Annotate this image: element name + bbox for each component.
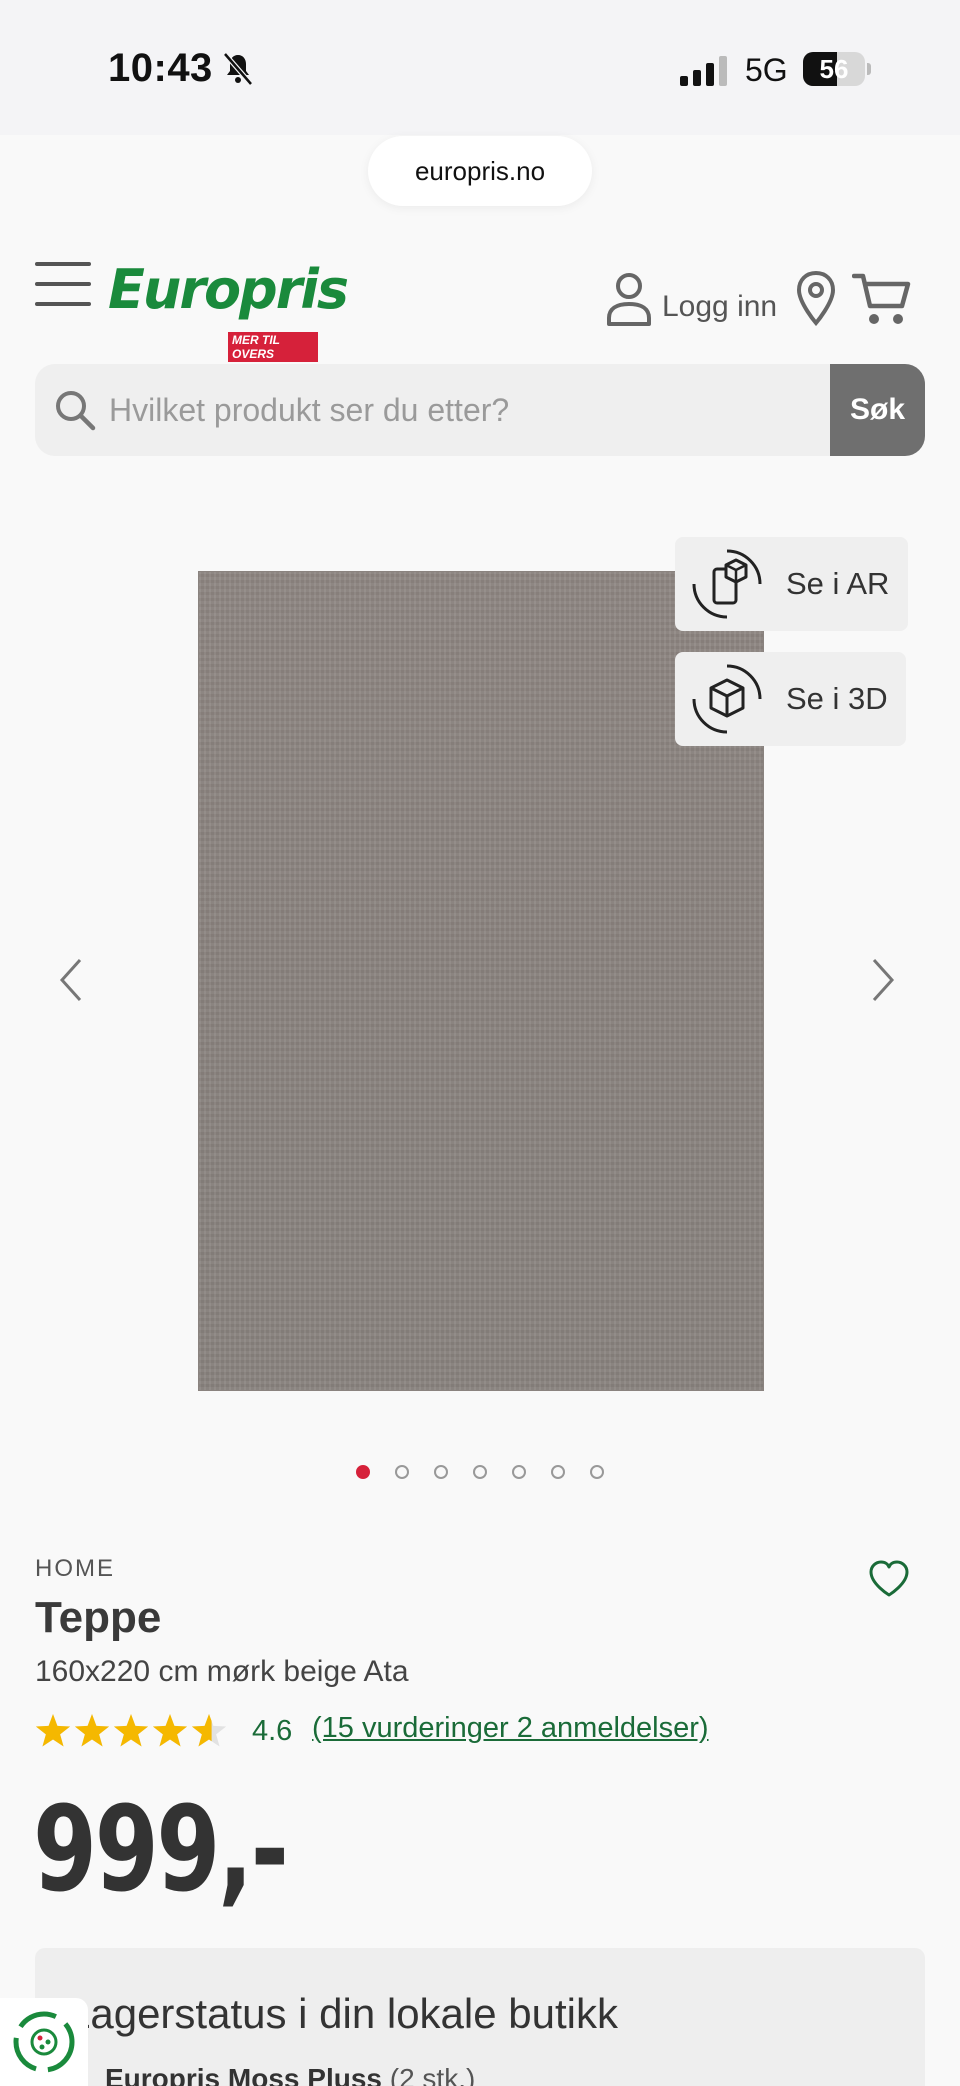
battery-level: 56 bbox=[819, 54, 849, 84]
cube-3d-icon bbox=[692, 664, 762, 734]
menu-icon[interactable] bbox=[35, 262, 91, 306]
recycle-badge-icon[interactable] bbox=[0, 1998, 88, 2086]
product-title: Teppe bbox=[35, 1593, 162, 1642]
rating-value: 4.6 bbox=[252, 1715, 293, 1747]
network-type: 5G bbox=[745, 52, 788, 88]
store-name[interactable]: Europris Moss Pluss (2 stk.) bbox=[105, 2063, 475, 2086]
clock: 10:43 bbox=[108, 46, 213, 90]
product-brand: HOME bbox=[35, 1555, 115, 1582]
3d-label: Se i 3D bbox=[786, 681, 888, 716]
ar-label: Se i AR bbox=[786, 566, 890, 601]
signal-icon bbox=[680, 56, 727, 86]
bell-muted-icon bbox=[223, 52, 253, 86]
heart-icon[interactable] bbox=[868, 1560, 910, 1598]
search-bar: Søk bbox=[35, 364, 925, 456]
gallery-dot[interactable] bbox=[395, 1465, 409, 1479]
logo-tagline: MER TIL OVERS bbox=[228, 332, 318, 362]
stock-count: (2 stk.) bbox=[389, 2063, 476, 2086]
star-filled-icon bbox=[35, 1714, 71, 1747]
product-price: 999,- bbox=[33, 1780, 289, 1918]
chevron-left-icon[interactable] bbox=[52, 950, 92, 1010]
product-subtitle: 160x220 cm mørk beige Ata bbox=[35, 1655, 409, 1688]
gallery-dot[interactable] bbox=[590, 1465, 604, 1479]
stock-status-panel[interactable]: Lagerstatus i din lokale butikk Europris… bbox=[35, 1948, 925, 2086]
view-in-3d-button[interactable]: Se i 3D bbox=[675, 652, 906, 746]
search-icon bbox=[56, 391, 96, 431]
logo[interactable]: Europris MER TIL OVERS bbox=[108, 258, 349, 362]
reviews-link[interactable]: (15 vurderinger 2 anmeldelser) bbox=[312, 1712, 709, 1745]
star-filled-icon bbox=[113, 1714, 149, 1747]
gallery-dot[interactable] bbox=[512, 1465, 526, 1479]
cart-icon[interactable] bbox=[852, 270, 912, 328]
url-bar[interactable]: europris.no bbox=[368, 136, 592, 206]
location-pin-icon[interactable] bbox=[794, 270, 838, 326]
ar-icon bbox=[692, 549, 762, 619]
stock-status-title: Lagerstatus i din lokale butikk bbox=[67, 1990, 618, 2037]
view-in-ar-button[interactable]: Se i AR bbox=[675, 537, 908, 631]
gallery-dot[interactable] bbox=[434, 1465, 448, 1479]
star-filled-icon bbox=[152, 1714, 188, 1747]
search-button[interactable]: Søk bbox=[830, 364, 925, 456]
star-filled-icon bbox=[74, 1714, 110, 1747]
status-bar: 10:43 5G 56 bbox=[0, 0, 960, 135]
gallery-dot[interactable] bbox=[473, 1465, 487, 1479]
gallery-pagination bbox=[0, 1465, 960, 1489]
store-label: Europris Moss Pluss bbox=[105, 2063, 382, 2086]
search-input[interactable] bbox=[109, 364, 839, 456]
user-icon[interactable] bbox=[605, 270, 653, 326]
battery-icon: 56 bbox=[803, 52, 871, 86]
product-gallery: Se i AR Se i 3D bbox=[0, 490, 960, 1430]
gallery-dot[interactable] bbox=[356, 1465, 370, 1479]
logo-text: Europris bbox=[108, 258, 349, 321]
site-header: Europris MER TIL OVERS Logg inn Søk bbox=[0, 240, 960, 460]
login-link[interactable]: Logg inn bbox=[662, 290, 777, 324]
chevron-right-icon[interactable] bbox=[862, 950, 902, 1010]
rating-stars bbox=[35, 1714, 227, 1747]
gallery-dot[interactable] bbox=[551, 1465, 565, 1479]
